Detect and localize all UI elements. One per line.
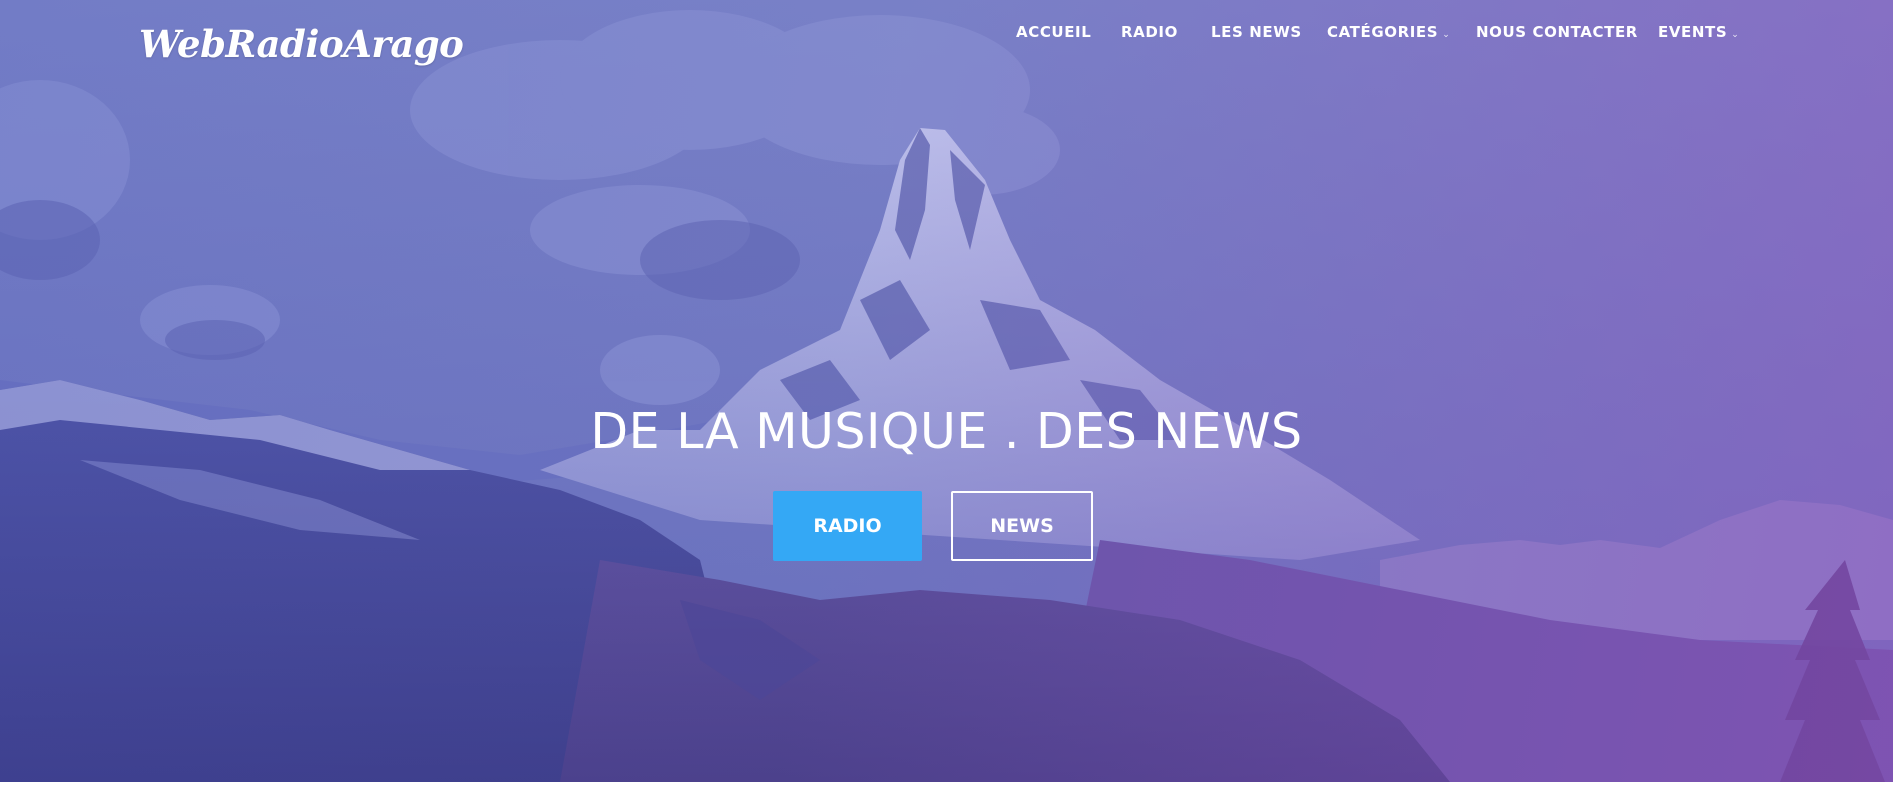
nav-item-nous-contacter[interactable]: NOUS CONTACTER [1476, 23, 1638, 41]
nav-item-les-news[interactable]: LES NEWS [1211, 23, 1302, 41]
nav-item-events[interactable]: EVENTS ⌄ [1658, 23, 1739, 41]
page-bottom-edge [0, 782, 1893, 788]
chevron-down-icon: ⌄ [1442, 30, 1451, 40]
nav-item-radio[interactable]: RADIO [1121, 23, 1178, 41]
nav-item-label: EVENTS [1658, 23, 1728, 41]
nav-item-label: RADIO [1121, 23, 1178, 41]
nav-item-label: CATÉGORIES [1327, 23, 1439, 41]
nav-item-categories[interactable]: CATÉGORIES ⌄ [1327, 23, 1450, 41]
hero-section: WebRadioArago ACCUEIL RADIO LES NEWS CAT… [0, 0, 1893, 782]
nav-item-accueil[interactable]: ACCUEIL [1016, 23, 1091, 41]
hero-headline: DE LA MUSIQUE . DES NEWS [590, 403, 1303, 460]
nav-item-label: LES NEWS [1211, 23, 1302, 41]
news-button[interactable]: NEWS [951, 491, 1093, 561]
nav-item-label: NOUS CONTACTER [1476, 23, 1638, 41]
chevron-down-icon: ⌄ [1731, 30, 1740, 40]
nav-item-label: ACCUEIL [1016, 23, 1092, 41]
top-navbar: WebRadioArago ACCUEIL RADIO LES NEWS CAT… [0, 0, 1893, 72]
radio-button[interactable]: RADIO [773, 491, 922, 561]
site-logo[interactable]: WebRadioArago [139, 22, 464, 66]
mountain-background-image [0, 0, 1893, 782]
